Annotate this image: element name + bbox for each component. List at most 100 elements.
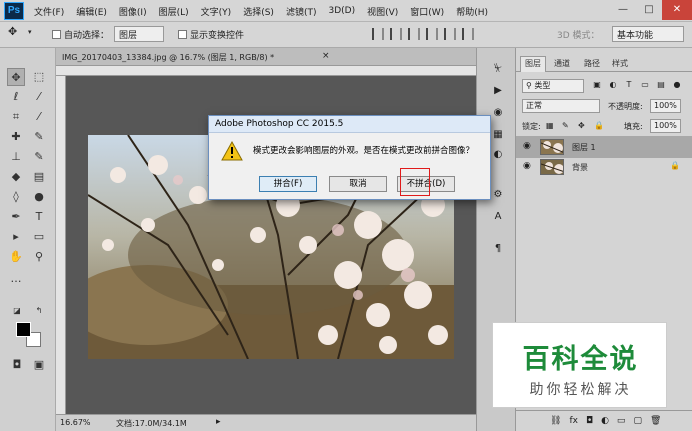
menu-file[interactable]: 文件(F) (34, 5, 64, 18)
layer-thumbnail (540, 139, 564, 155)
add-mask-icon[interactable]: ◘ (586, 416, 593, 426)
brush-panel-icon[interactable]: ⚙ (491, 188, 505, 202)
foreground-color-swatch[interactable] (16, 322, 31, 337)
blur-tool-icon[interactable]: ◊ (7, 188, 25, 206)
brush-tool-icon[interactable]: ✎ (30, 128, 48, 146)
close-icon[interactable]: × (322, 51, 330, 61)
menu-window[interactable]: 窗口(W) (410, 5, 444, 18)
lock-brush-icon[interactable]: ✎ (562, 121, 569, 130)
close-button[interactable]: ✕ (662, 0, 692, 20)
lasso-tool-icon[interactable]: ℓ (7, 88, 25, 106)
show-transform-checkbox[interactable]: 显示变换控件 (178, 28, 244, 41)
lock-pixels-icon[interactable]: ▦ (546, 121, 554, 130)
auto-select-checkbox[interactable]: 自动选择： (52, 28, 109, 41)
zoom-tool-icon[interactable]: ⚲ (30, 248, 48, 266)
history-brush-tool-icon[interactable]: ✎ (30, 148, 48, 166)
adjustments-panel-icon[interactable]: ◐ (491, 148, 505, 162)
tab-styles[interactable]: 样式 (612, 58, 628, 69)
align-bottom-icon[interactable] (408, 28, 420, 40)
chevron-down-icon[interactable]: ▾ (28, 28, 32, 36)
menu-3d[interactable]: 3D(D) (328, 6, 355, 16)
marquee-tool-icon[interactable]: ⬚ (30, 68, 48, 86)
shape-tool-icon[interactable]: ▭ (30, 228, 48, 246)
dialog-title-bar[interactable]: Adobe Photoshop CC 2015.5 (209, 116, 490, 133)
align-hcenter-icon[interactable] (444, 28, 456, 40)
fill-input[interactable]: 100% (650, 119, 681, 133)
tab-paths[interactable]: 路径 (584, 58, 600, 69)
pen-tool-icon[interactable]: ✒ (7, 208, 25, 226)
align-left-icon[interactable] (426, 28, 438, 40)
history-panel-icon[interactable]: ⏧ (491, 62, 505, 76)
align-vcenter-icon[interactable] (390, 28, 402, 40)
workspace-dropdown[interactable]: 基本功能 (612, 26, 684, 42)
cancel-button[interactable]: 取消 (329, 176, 387, 192)
swatches-panel-icon[interactable]: ▦ (491, 128, 505, 142)
align-top-icon[interactable] (372, 28, 384, 40)
more-tools-icon[interactable]: … (7, 270, 25, 288)
adjustment-filter-icon[interactable]: ◐ (608, 80, 618, 90)
status-menu-icon[interactable]: ▸ (216, 417, 221, 427)
document-tab[interactable]: IMG_20170403_13384.jpg @ 16.7% (图层 1, RG… (56, 48, 476, 66)
zoom-level[interactable]: 16.67% (60, 418, 91, 427)
shape-filter-icon[interactable]: ▭ (640, 80, 650, 90)
type-filter-icon[interactable]: T (624, 80, 634, 90)
magic-wand-tool-icon[interactable]: ⁄ (30, 88, 48, 106)
menu-select[interactable]: 选择(S) (243, 5, 274, 18)
menu-view[interactable]: 视图(V) (367, 5, 398, 18)
minimize-button[interactable]: — (610, 0, 636, 20)
pixel-filter-icon[interactable]: ▣ (592, 80, 602, 90)
layer-row[interactable]: ◉ 背景 🔒 (516, 156, 692, 178)
menu-filter[interactable]: 滤镜(T) (286, 5, 317, 18)
paragraph-panel-icon[interactable]: ¶ (491, 242, 505, 256)
maximize-button[interactable]: □ (636, 0, 662, 20)
actions-panel-icon[interactable]: ▶ (491, 84, 505, 98)
fill-label: 填充: (624, 122, 643, 131)
opacity-input[interactable]: 100% (650, 99, 681, 113)
swap-colors-icon[interactable]: ↰ (30, 302, 48, 320)
filter-toggle-icon[interactable]: ● (672, 80, 682, 90)
delete-layer-icon[interactable]: 🗑 (650, 416, 661, 426)
auto-select-dropdown[interactable]: 图层 (114, 26, 164, 42)
visibility-eye-icon[interactable]: ◉ (523, 141, 531, 151)
tab-layers[interactable]: 图层 (520, 56, 546, 72)
clone-stamp-tool-icon[interactable]: ⊥ (7, 148, 25, 166)
dont-flatten-button[interactable]: 不拼合(D) (397, 176, 455, 192)
menu-image[interactable]: 图像(I) (119, 5, 147, 18)
screen-mode-icon[interactable]: ▣ (30, 356, 48, 374)
lock-all-icon[interactable]: 🔒 (594, 121, 604, 130)
lock-position-icon[interactable]: ✥ (578, 121, 585, 130)
visibility-eye-icon[interactable]: ◉ (523, 161, 531, 171)
menu-layer[interactable]: 图层(L) (159, 5, 189, 18)
blend-mode-dropdown[interactable]: 正常 (522, 99, 600, 113)
flatten-button[interactable]: 拼合(F) (259, 176, 317, 192)
photoshop-logo: Ps (4, 2, 24, 20)
quick-mask-icon[interactable]: ◘ (8, 356, 26, 374)
eraser-tool-icon[interactable]: ◆ (7, 168, 25, 186)
gradient-tool-icon[interactable]: ▤ (30, 168, 48, 186)
layer-filter-dropdown[interactable]: ⚲ 类型 (522, 79, 584, 93)
crop-tool-icon[interactable]: ⌗ (7, 108, 25, 126)
menu-edit[interactable]: 编辑(E) (76, 5, 107, 18)
align-right-icon[interactable] (462, 28, 474, 40)
hand-tool-icon[interactable]: ✋ (7, 248, 25, 266)
new-layer-icon[interactable]: ▢ (633, 416, 642, 426)
dodge-tool-icon[interactable]: ● (30, 188, 48, 206)
layer-row[interactable]: ◉ 图层 1 (516, 136, 692, 158)
link-layers-icon[interactable]: ⛓ (550, 416, 561, 426)
smart-object-filter-icon[interactable]: ▤ (656, 80, 666, 90)
eyedropper-tool-icon[interactable]: ⁄ (30, 108, 48, 126)
layer-style-icon[interactable]: fx (569, 416, 578, 426)
adjustment-layer-icon[interactable]: ◐ (601, 416, 609, 426)
default-colors-icon[interactable]: ◪ (8, 302, 26, 320)
color-panel-icon[interactable]: ◉ (491, 106, 505, 120)
menu-type[interactable]: 文字(Y) (201, 5, 232, 18)
character-panel-icon[interactable]: A (491, 210, 505, 224)
type-tool-icon[interactable]: T (30, 208, 48, 226)
new-group-icon[interactable]: ▭ (617, 416, 626, 426)
path-selection-tool-icon[interactable]: ▸ (7, 228, 25, 246)
move-tool-icon[interactable]: ✥ (8, 25, 17, 38)
menu-help[interactable]: 帮助(H) (456, 5, 488, 18)
healing-brush-tool-icon[interactable]: ✚ (7, 128, 25, 146)
tab-channels[interactable]: 通道 (554, 58, 570, 69)
move-tool-icon[interactable]: ✥ (7, 68, 25, 86)
